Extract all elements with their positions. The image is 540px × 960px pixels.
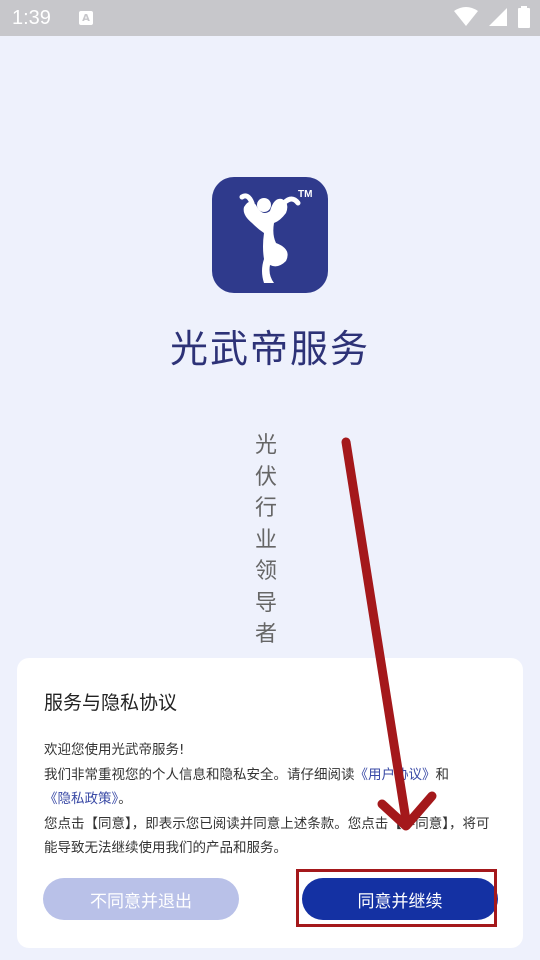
welcome-text: 欢迎您使用光武帝服务! (44, 742, 185, 758)
dialog-body: 欢迎您使用光武帝服务! 我们非常重视您的个人信息和隐私安全。请仔细阅读《用户协议… (44, 738, 490, 861)
privacy-policy-link[interactable]: 《隐私政策》 (44, 791, 118, 807)
slogan-char: 导 (254, 590, 277, 616)
app-logo-icon: TM (212, 177, 328, 293)
status-bar: 1:39 A (0, 0, 540, 36)
app-slogan: 光 伏 行 业 领 导 者 (254, 430, 278, 651)
red-highlight-box (296, 869, 497, 927)
wifi-icon (454, 7, 478, 26)
battery-icon (518, 6, 530, 28)
disagree-exit-button[interactable]: 不同意并退出 (43, 878, 239, 920)
notice-and: 和 (435, 766, 450, 783)
slogan-char: 者 (254, 622, 277, 647)
cell-signal-icon (489, 8, 507, 26)
slogan-char: 伏 (254, 464, 277, 490)
slogan-char: 光 (254, 433, 277, 458)
slogan-char: 领 (254, 559, 277, 584)
notice-text: 我们非常重视您的个人信息和隐私安全。请仔细阅读《用户协议》和《隐私政策》。 (44, 763, 490, 812)
slogan-char: 行 (254, 496, 277, 521)
slogan-char: 业 (254, 527, 277, 553)
status-icons (454, 6, 530, 28)
notice-end: 。 (118, 791, 132, 807)
svg-text:TM: TM (298, 189, 312, 200)
status-time: 1:39 (12, 6, 51, 29)
dialog-title: 服务与隐私协议 (44, 692, 178, 714)
notice-prefix: 我们非常重视您的个人信息和隐私安全。请仔细阅读 (44, 766, 355, 783)
a-notification-icon: A (78, 11, 93, 25)
consent-text: 您点击【同意】，即表示您已阅读并同意上述条款。您点击【不同意】，将可能导致无法继… (44, 815, 490, 857)
user-agreement-link[interactable]: 《用户协议》 (355, 767, 436, 783)
app-name: 光武帝服务 (169, 327, 370, 371)
